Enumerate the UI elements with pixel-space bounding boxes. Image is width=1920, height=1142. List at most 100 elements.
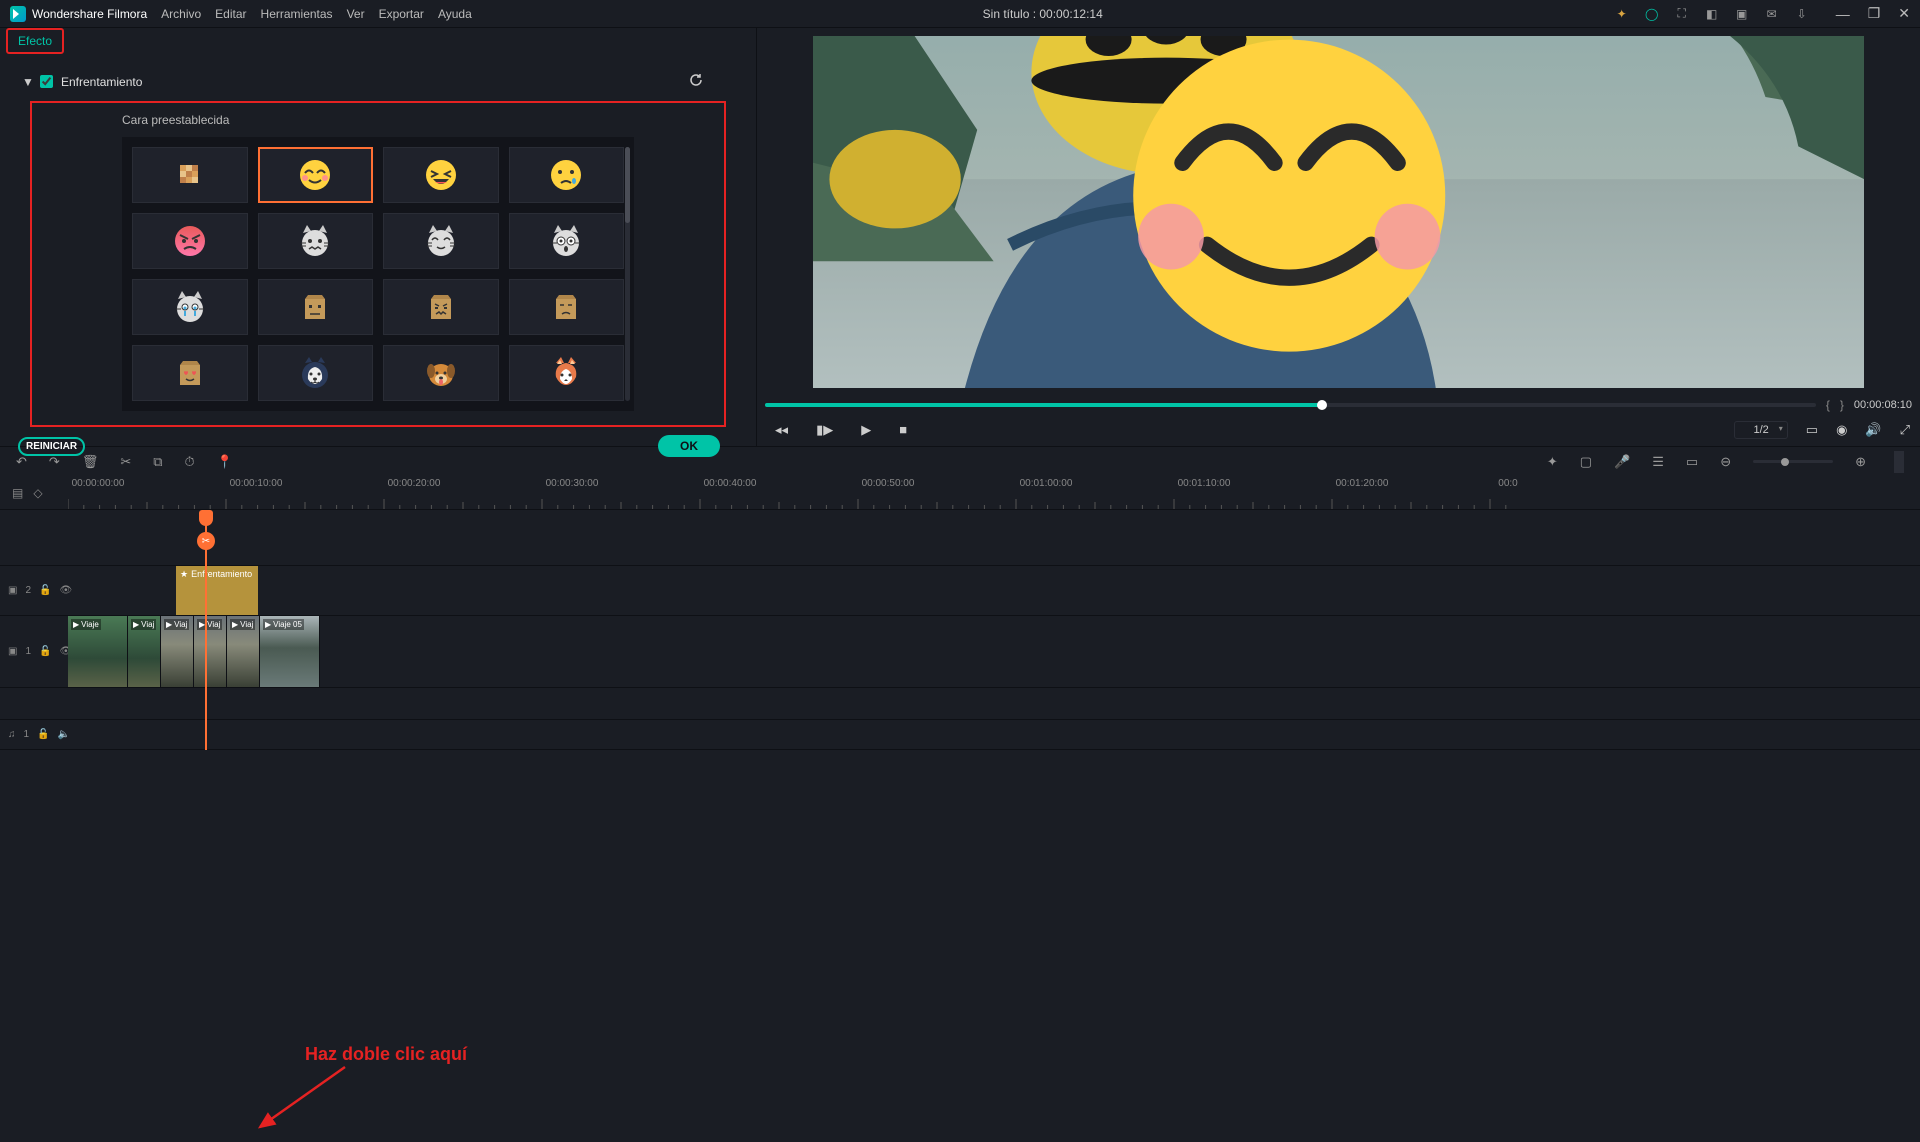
preset-box-sad[interactable] xyxy=(258,279,374,335)
preset-container: Cara preestablecida xyxy=(30,101,726,427)
shield-icon[interactable]: ▢ xyxy=(1580,454,1592,470)
zoom-slider[interactable] xyxy=(1753,460,1833,463)
video-clip[interactable]: ▶Viaj xyxy=(128,616,161,687)
menu-editar[interactable]: Editar xyxy=(215,7,246,21)
save-icon[interactable]: ▣ xyxy=(1734,6,1750,22)
page-selector[interactable]: 1/2 xyxy=(1734,421,1787,439)
video-clip[interactable]: ▶Viaj xyxy=(227,616,260,687)
menu-ver[interactable]: Ver xyxy=(347,7,365,21)
lock-icon[interactable]: 🔓 xyxy=(39,646,51,657)
mark-in-icon[interactable]: { xyxy=(1826,398,1830,412)
lightbulb-icon[interactable]: ✦ xyxy=(1614,6,1630,22)
progress-knob[interactable] xyxy=(1317,400,1327,410)
split-icon[interactable]: ✂ xyxy=(120,454,131,470)
menu-archivo[interactable]: Archivo xyxy=(161,7,201,21)
snap-icon[interactable]: ◇ xyxy=(33,486,42,500)
preset-mosaic[interactable] xyxy=(132,147,248,203)
marker-icon[interactable]: 📍 xyxy=(217,454,233,470)
lock-icon[interactable]: 🔓 xyxy=(37,729,49,740)
reload-icon[interactable] xyxy=(688,72,704,91)
mark-out-icon[interactable]: } xyxy=(1840,398,1844,412)
play-icon[interactable]: ▶ xyxy=(861,422,871,438)
volume-icon[interactable]: 🔊 xyxy=(1865,422,1881,438)
effect-track-name: 2 xyxy=(25,585,31,596)
step-back-icon[interactable]: ▮▶ xyxy=(816,422,833,438)
preset-grid xyxy=(132,147,624,401)
annotation: Haz doble clic aquí xyxy=(305,1044,467,1065)
preset-fox[interactable] xyxy=(509,345,625,401)
stop-icon[interactable]: ■ xyxy=(899,422,907,438)
zoom-out-icon[interactable]: ⊖ xyxy=(1720,454,1731,470)
effect-clip[interactable]: ★ Enfrentamiento xyxy=(176,566,258,615)
snapshot-icon[interactable]: ◉ xyxy=(1836,422,1847,438)
preset-cat-angry[interactable] xyxy=(258,213,374,269)
list-icon[interactable]: ☰ xyxy=(1652,454,1664,470)
headphones-icon[interactable]: ◯ xyxy=(1644,6,1660,22)
caret-down-icon[interactable]: ▼ xyxy=(22,75,32,89)
preset-laugh[interactable] xyxy=(383,147,499,203)
preset-smile-blush[interactable] xyxy=(258,147,374,203)
user-icon[interactable]: ◧ xyxy=(1704,6,1720,22)
clip-label: Viaj xyxy=(240,620,253,629)
preset-cat-smile[interactable] xyxy=(383,213,499,269)
video-clip[interactable]: ▶Viaje 05 xyxy=(260,616,320,687)
preset-box-frown[interactable] xyxy=(509,279,625,335)
preview-viewport[interactable] xyxy=(813,36,1864,388)
ok-button[interactable]: OK xyxy=(658,435,720,457)
fit-icon[interactable]: ▭ xyxy=(1686,454,1698,470)
lock-icon[interactable]: 🔓 xyxy=(39,585,51,596)
maximize-button[interactable]: ❐ xyxy=(1868,5,1881,22)
preset-cat-surprised[interactable] xyxy=(509,213,625,269)
menu-exportar[interactable]: Exportar xyxy=(379,7,424,21)
clip-label: Viaj xyxy=(141,620,154,629)
undo-icon[interactable]: ↶ xyxy=(16,454,27,470)
full-preview-icon[interactable]: ▭ xyxy=(1806,422,1818,438)
menu-ayuda[interactable]: Ayuda xyxy=(438,7,472,21)
manage-tracks-icon[interactable]: ▤ xyxy=(12,486,23,500)
preset-angry-red[interactable] xyxy=(132,213,248,269)
logo-icon xyxy=(10,6,26,22)
time-ruler[interactable]: 00:00:00:00 00:00:10:00 00:00:20:00 00:0… xyxy=(68,476,1920,509)
preset-box-angry[interactable] xyxy=(383,279,499,335)
timeline-vertical-scrollbar[interactable] xyxy=(1894,451,1904,473)
ruler-tick: 00:00:40:00 xyxy=(704,478,757,489)
fullscreen-icon[interactable]: ⤢ xyxy=(1900,422,1910,438)
close-button[interactable]: ✕ xyxy=(1898,5,1910,22)
mixer-icon[interactable]: ✦ xyxy=(1547,454,1558,470)
gift-icon[interactable]: ⛶ xyxy=(1674,6,1690,22)
effect-lane[interactable]: ★ Enfrentamiento xyxy=(68,566,1920,615)
video-clip[interactable]: ▶Viaje xyxy=(68,616,128,687)
tab-efecto[interactable]: Efecto xyxy=(6,28,64,54)
mic-icon[interactable]: 🎤 xyxy=(1614,454,1630,470)
ruler-tick: 00:00:50:00 xyxy=(862,478,915,489)
track-container: ✂ Haz doble clic aquí ▣ 2 🔓 👁 ★ Enfren xyxy=(0,510,1920,750)
zoom-in-icon[interactable]: ⊕ xyxy=(1855,454,1866,470)
preset-box-love[interactable] xyxy=(132,345,248,401)
preset-dog[interactable] xyxy=(383,345,499,401)
redo-icon[interactable]: ↷ xyxy=(49,454,60,470)
preview-panel: { } 00:00:08:10 ◂◂ ▮▶ ▶ ■ 1/2 ▭ ◉ 🔊 ⤢ xyxy=(757,28,1920,446)
video-clip[interactable]: ▶Viaj xyxy=(161,616,194,687)
video-lane[interactable]: ▶Viaje ▶Viaj ▶Viaj ▶Viaj ▶Viaj ▶Viaje 05 xyxy=(68,616,1920,687)
preset-cat-cry[interactable] xyxy=(132,279,248,335)
video-clip[interactable]: ▶Viaj xyxy=(194,616,227,687)
preset-husky[interactable] xyxy=(258,345,374,401)
annotation-text: Haz doble clic aquí xyxy=(305,1044,467,1064)
app-name: Wondershare Filmora xyxy=(32,7,147,21)
progress-bar[interactable] xyxy=(765,403,1816,407)
mail-icon[interactable]: ✉ xyxy=(1764,6,1780,22)
playback-controls: ◂◂ ▮▶ ▶ ■ 1/2 ▭ ◉ 🔊 ⤢ xyxy=(757,414,1920,446)
preset-sad-tear[interactable] xyxy=(509,147,625,203)
annotation-arrow-icon xyxy=(250,1062,350,1142)
crop-icon[interactable]: ⧉ xyxy=(153,454,162,470)
delete-icon[interactable]: 🗑 xyxy=(82,454,99,470)
preset-scrollbar[interactable] xyxy=(625,147,630,401)
enable-effect-checkbox[interactable] xyxy=(40,75,53,88)
minimize-button[interactable]: — xyxy=(1836,6,1850,22)
audio-lane[interactable] xyxy=(68,720,1920,749)
prev-frame-icon[interactable]: ◂◂ xyxy=(775,422,788,438)
speed-icon[interactable]: ⏱ xyxy=(185,454,195,470)
menu-herramientas[interactable]: Herramientas xyxy=(261,7,333,21)
download-icon[interactable]: ⇩ xyxy=(1794,6,1810,22)
clip-label: Viaje xyxy=(81,620,99,629)
